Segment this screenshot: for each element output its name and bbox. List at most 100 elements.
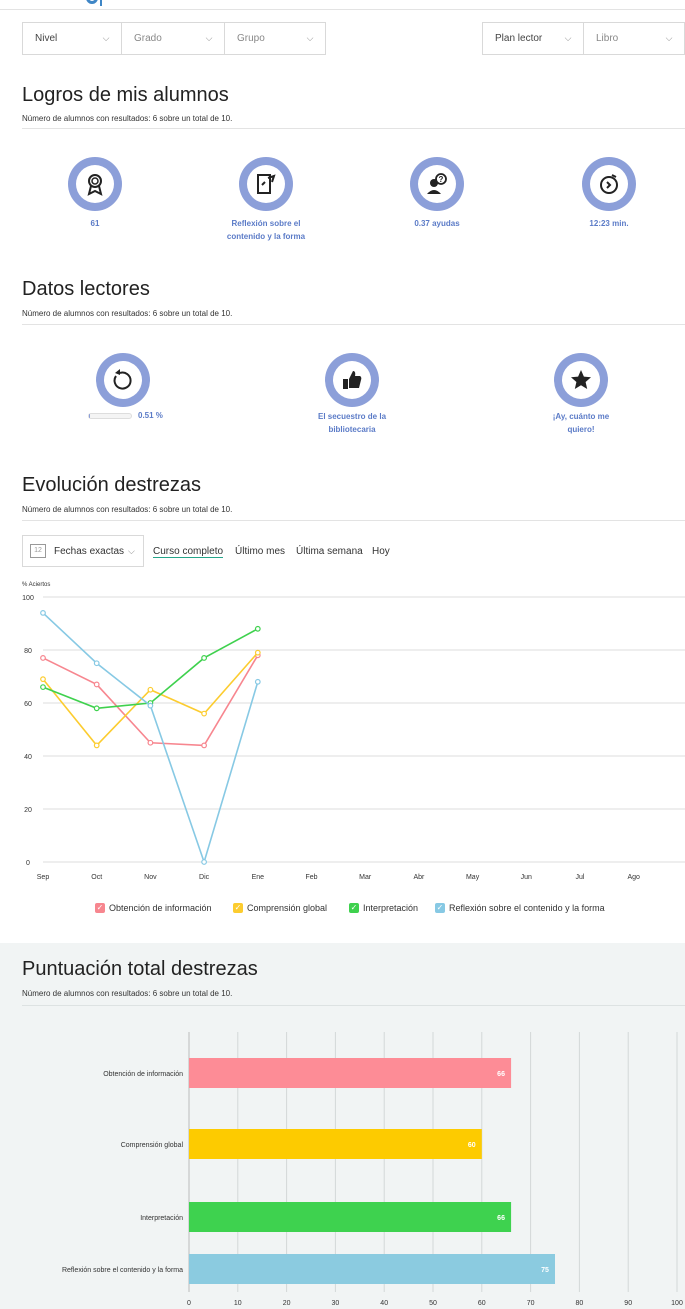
libro-select[interactable]: Libro ⌵ bbox=[583, 22, 685, 55]
date-range-dropdown[interactable]: 12 Fechas exactas ⌵ bbox=[22, 535, 144, 567]
grado-select-label: Grado bbox=[134, 33, 162, 44]
help-user-icon: ? bbox=[427, 173, 447, 194]
favourite-book: El secuestro de la bibliotecaria bbox=[292, 410, 412, 436]
top-rated-book: ¡Ay, cuánto me quiero! bbox=[521, 410, 641, 436]
chevron-down-icon: ⌵ bbox=[128, 545, 135, 556]
x-tick-label: 40 bbox=[380, 1300, 388, 1307]
x-tick-label: Mar bbox=[359, 874, 372, 881]
data-point bbox=[93, 742, 100, 749]
legend-label: Obtención de información bbox=[109, 903, 212, 913]
puntuacion-subtitle: Número de alumnos con resultados: 6 sobr… bbox=[22, 989, 233, 998]
x-tick-label: 70 bbox=[527, 1300, 535, 1307]
x-tick-label: Oct bbox=[91, 874, 102, 881]
calendar-icon: 12 bbox=[30, 544, 46, 558]
x-tick-label: Jun bbox=[521, 874, 532, 881]
libro-select-label: Libro bbox=[596, 33, 619, 44]
bar-value-label: 66 bbox=[497, 1071, 505, 1078]
evolucion-subtitle: Número de alumnos con resultados: 6 sobr… bbox=[22, 505, 233, 514]
legend-item-obtencion[interactable]: ✓ Obtención de información bbox=[95, 903, 212, 913]
legend-item-reflexion[interactable]: ✓ Reflexión sobre el contenido y la form… bbox=[435, 903, 605, 913]
stat-line: Reflexión sobre el bbox=[231, 219, 301, 228]
stat-line: ¡Ay, cuánto me bbox=[552, 412, 610, 421]
bar bbox=[189, 1058, 512, 1088]
y-axis-label: % Aciertos bbox=[22, 582, 50, 588]
y-tick-label: 0 bbox=[26, 860, 30, 867]
x-tick-label: 0 bbox=[187, 1300, 191, 1307]
logo-fragment-icon bbox=[100, 0, 106, 6]
data-point bbox=[93, 681, 100, 688]
progress-circle bbox=[96, 353, 150, 407]
range-hoy[interactable]: Hoy bbox=[372, 546, 390, 557]
data-point bbox=[40, 676, 46, 683]
achievement-circle bbox=[68, 157, 122, 211]
x-tick-label: 50 bbox=[429, 1300, 437, 1307]
thumbs-up-icon bbox=[343, 371, 362, 389]
category-label: Comprensión global bbox=[121, 1142, 184, 1149]
puntuacion-title: Puntuación total destrezas bbox=[22, 958, 258, 980]
bar-value-label: 75 bbox=[541, 1267, 549, 1274]
x-tick-label: 60 bbox=[478, 1300, 486, 1307]
legend-label: Interpretación bbox=[363, 903, 419, 913]
data-point bbox=[147, 686, 154, 693]
divider bbox=[22, 520, 685, 521]
logros-title: Logros de mis alumnos bbox=[22, 84, 229, 106]
nivel-select[interactable]: Nivel ⌵ bbox=[22, 22, 122, 55]
divider bbox=[22, 324, 685, 325]
stat-line: 12:23 min. bbox=[589, 219, 629, 228]
stat-line: 61 bbox=[90, 219, 100, 228]
time-circle bbox=[582, 157, 636, 211]
help-count: 0.37 ayudas bbox=[390, 217, 484, 230]
range-ultima-semana[interactable]: Última semana bbox=[296, 546, 363, 557]
x-tick-label: May bbox=[466, 874, 480, 881]
x-tick-label: 10 bbox=[234, 1300, 242, 1307]
series-line bbox=[42, 628, 259, 710]
data-point bbox=[40, 655, 46, 661]
data-point bbox=[93, 705, 100, 712]
x-tick-label: Sep bbox=[37, 874, 50, 881]
range-ultimo-mes[interactable]: Último mes bbox=[235, 546, 285, 557]
reading-progress-bar bbox=[88, 413, 132, 419]
plan-lector-select[interactable]: Plan lector ⌵ bbox=[482, 22, 584, 55]
category-label: Interpretación bbox=[140, 1215, 183, 1222]
x-tick-label: Abr bbox=[413, 874, 425, 881]
bar-value-label: 66 bbox=[497, 1215, 505, 1222]
data-point bbox=[254, 678, 261, 685]
document-edit-icon bbox=[257, 174, 276, 194]
chevron-down-icon: ⌵ bbox=[564, 33, 572, 43]
legend-item-interpretacion[interactable]: ✓ Interpretación bbox=[349, 903, 418, 913]
x-tick-label: Ago bbox=[627, 874, 640, 881]
chevron-down-icon: ⌵ bbox=[102, 33, 110, 43]
logo-fragment-icon bbox=[86, 0, 98, 4]
x-tick-label: 100 bbox=[671, 1300, 683, 1307]
grupo-select[interactable]: Grupo ⌵ bbox=[224, 22, 326, 55]
x-tick-label: Feb bbox=[305, 874, 317, 881]
bar bbox=[189, 1129, 482, 1159]
plan-lector-select-label: Plan lector bbox=[495, 33, 543, 44]
data-point bbox=[40, 684, 46, 690]
data-point bbox=[40, 610, 46, 616]
time-value: 12:23 min. bbox=[562, 217, 656, 230]
book-circle bbox=[325, 353, 379, 407]
bar bbox=[189, 1254, 555, 1284]
y-tick-label: 60 bbox=[24, 701, 32, 708]
progress-percent: 0.51 % bbox=[138, 411, 163, 420]
nivel-select-label: Nivel bbox=[35, 33, 58, 44]
chevron-down-icon: ⌵ bbox=[205, 33, 213, 43]
stat-line: bibliotecaria bbox=[328, 425, 376, 434]
x-tick-label: 90 bbox=[624, 1300, 632, 1307]
timer-icon bbox=[600, 174, 618, 194]
legend-item-comprension[interactable]: ✓ Comprensión global bbox=[233, 903, 327, 913]
divider bbox=[22, 128, 685, 129]
svg-text:?: ? bbox=[439, 175, 444, 184]
grado-select[interactable]: Grado ⌵ bbox=[121, 22, 225, 55]
x-tick-label: Nov bbox=[144, 874, 157, 881]
legend-label: Reflexión sobre el contenido y la forma bbox=[449, 903, 605, 913]
data-point bbox=[201, 710, 208, 717]
star-circle bbox=[554, 353, 608, 407]
x-tick-label: 80 bbox=[576, 1300, 584, 1307]
skill-label: Reflexión sobre el contenido y la forma bbox=[206, 217, 326, 243]
range-curso-completo[interactable]: Curso completo bbox=[153, 546, 224, 558]
bar bbox=[189, 1202, 512, 1232]
checkbox-icon: ✓ bbox=[95, 903, 105, 913]
x-tick-label: 20 bbox=[283, 1300, 291, 1307]
